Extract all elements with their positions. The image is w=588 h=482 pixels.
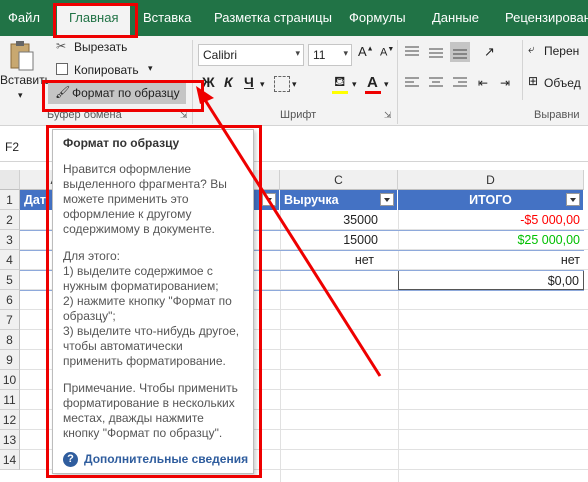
excel-window: Файл Главная Вставка Разметка страницы Ф…: [0, 0, 588, 482]
annotation-arrow: [196, 86, 382, 377]
